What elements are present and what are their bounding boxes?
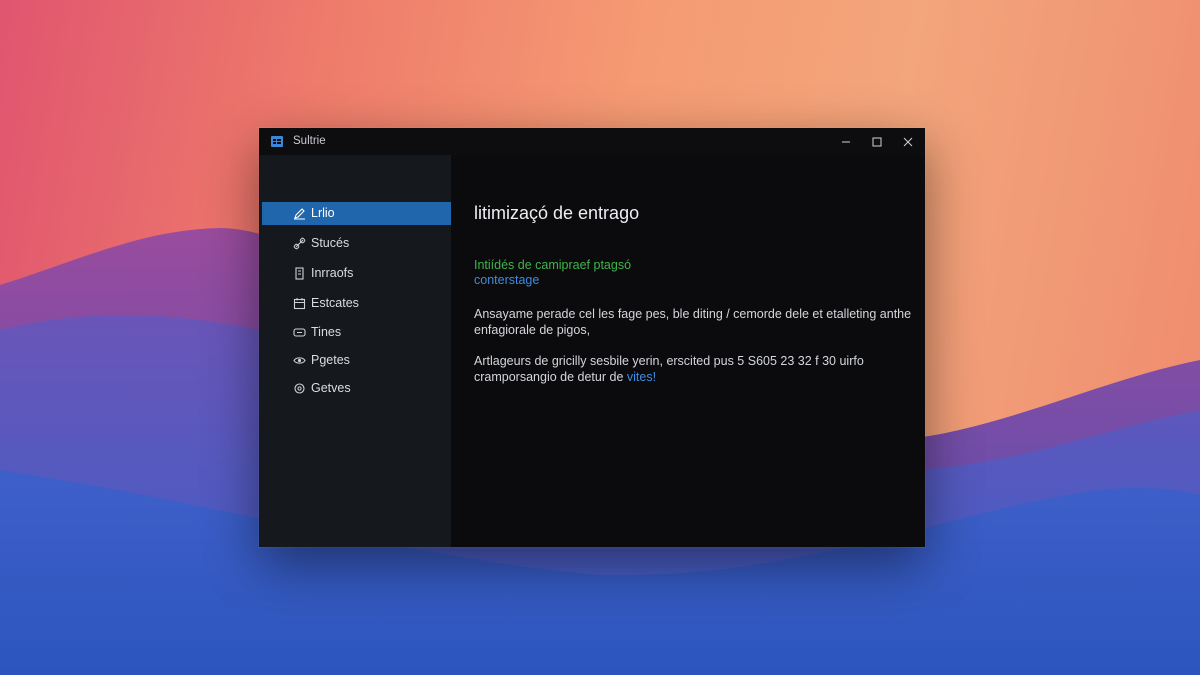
eye-icon	[293, 357, 306, 364]
settings-icon	[294, 383, 305, 394]
sidebar-item-estcates[interactable]: Estcates	[262, 292, 451, 315]
display-icon	[293, 328, 306, 337]
main-content: litimizaçó de entrago Intiídés de camipr…	[451, 155, 925, 547]
sidebar-item-tines[interactable]: Tines	[262, 321, 451, 344]
page-title: litimizaçó de entrago	[474, 203, 640, 223]
app-window: Sultrie Lrlio Stucés Inrraofs Estcates T…	[259, 128, 925, 547]
calendar-icon	[293, 298, 306, 310]
document-icon	[295, 267, 304, 280]
sidebar-item-label: Lrlio	[311, 206, 335, 220]
paragraph-2: Artlageurs de gricilly sesbile yerin, er…	[474, 353, 914, 385]
paragraph-2-text: Artlageurs de gricilly sesbile yerin, er…	[474, 354, 864, 384]
sidebar-item-lrlio[interactable]: Lrlio	[262, 202, 451, 225]
link-icon	[293, 237, 306, 250]
green-link[interactable]: Intiídés de camipraef ptagsó	[474, 258, 631, 272]
maximize-button[interactable]	[866, 131, 888, 153]
blue-link[interactable]: conterstage	[474, 273, 539, 287]
sidebar: Lrlio Stucés Inrraofs Estcates Tines Pge…	[259, 155, 451, 547]
minimize-icon	[842, 141, 850, 143]
sidebar-item-inrraofs[interactable]: Inrraofs	[262, 262, 451, 285]
close-icon	[903, 137, 913, 147]
window-title: Sultrie	[293, 135, 326, 147]
sidebar-item-label: Tines	[311, 325, 342, 339]
sidebar-item-stuces[interactable]: Stucés	[262, 232, 451, 255]
maximize-icon	[872, 137, 882, 147]
close-button[interactable]	[897, 131, 919, 153]
sidebar-item-label: Stucés	[311, 236, 350, 250]
paragraph-2-link[interactable]: vites!	[627, 370, 656, 384]
sidebar-item-getves[interactable]: Getves	[262, 377, 451, 400]
sidebar-item-pgetes[interactable]: Pgetes	[262, 349, 451, 372]
pen-icon	[294, 208, 305, 220]
desktop: Sultrie Lrlio Stucés Inrraofs Estcates T…	[0, 0, 1200, 675]
paragraph-1: Ansayame perade cel les fage pes, ble di…	[474, 307, 912, 337]
app-icon	[271, 136, 283, 147]
sidebar-item-label: Estcates	[311, 296, 359, 310]
title-bar[interactable]: Sultrie	[259, 128, 925, 155]
sidebar-item-label: Pgetes	[311, 353, 350, 367]
sidebar-item-label: Inrraofs	[311, 266, 354, 280]
sidebar-item-label: Getves	[311, 381, 351, 395]
minimize-button[interactable]	[835, 131, 857, 153]
